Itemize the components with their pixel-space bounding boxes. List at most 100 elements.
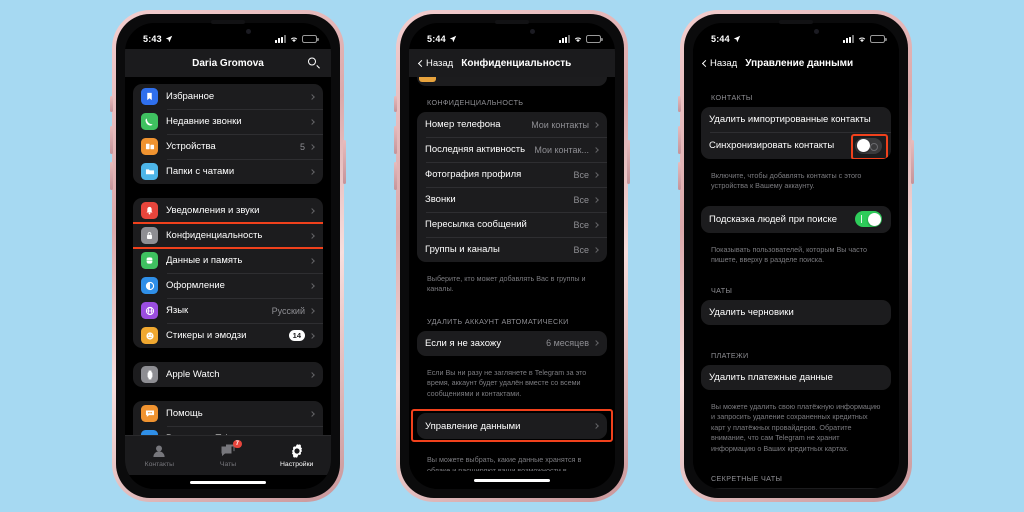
lock-icon	[141, 227, 158, 244]
settings-group-3: Apple Watch	[133, 362, 323, 387]
volume-up-button[interactable]	[394, 126, 397, 154]
row-value: Все	[573, 244, 589, 255]
sidebar-item-data-storage[interactable]: Данные и память	[133, 248, 323, 273]
sidebar-item-recent-calls[interactable]: Недавние звонки	[133, 109, 323, 134]
tab-settings[interactable]: Настройки	[262, 443, 331, 468]
tab-contacts[interactable]: Контакты	[125, 443, 194, 468]
secret-chats-group: Предпросмотр ссылок	[701, 487, 891, 489]
row-label: Оформление	[166, 280, 225, 291]
page-title: Конфиденциальность	[461, 57, 572, 69]
sidebar-item-appearance[interactable]: Оформление	[133, 273, 323, 298]
row-data-settings[interactable]: Управление данными	[417, 413, 607, 439]
battery-icon	[870, 35, 887, 43]
chevron-right-icon	[593, 340, 599, 347]
sidebar-item-help[interactable]: Помощь	[133, 401, 323, 426]
mute-switch[interactable]	[110, 96, 113, 112]
sidebar-item-privacy[interactable]: Конфиденциальность	[133, 223, 323, 248]
phone-1-settings-list[interactable]: Избранное Недавние звонки Устройства 5 П…	[125, 77, 331, 435]
row-groups-channels[interactable]: Группы и каналы Все	[417, 237, 607, 262]
sidebar-item-faq[interactable]: ? Вопросы о Telegram	[133, 426, 323, 435]
power-button[interactable]	[627, 140, 630, 184]
phone-2-frame: 5:44 Назад Конфиденциальность КОНФИДЕНЦИ…	[394, 10, 630, 502]
sidebar-item-stickers[interactable]: Стикеры и эмодзи 14	[133, 323, 323, 348]
row-label: Удалить импортированные контакты	[709, 114, 871, 125]
row-calls[interactable]: Звонки Все	[417, 187, 607, 212]
sidebar-item-notifications[interactable]: Уведомления и звуки	[133, 198, 323, 223]
tab-label: Чаты	[219, 461, 237, 468]
footnote-sync-contacts: Включите, чтобы добавлять контакты с это…	[711, 171, 862, 191]
row-label: Apple Watch	[166, 369, 220, 380]
row-label: Избранное	[166, 91, 215, 102]
status-time: 5:44	[711, 34, 730, 44]
mute-switch[interactable]	[394, 96, 397, 112]
row-forwarded-messages[interactable]: Пересылка сообщений Все	[417, 212, 607, 237]
chevron-right-icon	[309, 93, 315, 100]
phone-screenshot-stage: 5:43 Daria Gromova Избранное Недавние зв…	[0, 0, 1024, 512]
contacts-group: Удалить импортированные контакты Синхрон…	[701, 107, 891, 159]
suggest-people-toggle[interactable]	[855, 211, 882, 228]
signal-icon	[275, 35, 286, 43]
row-link-previews[interactable]: Предпросмотр ссылок	[701, 488, 891, 489]
row-profile-photo[interactable]: Фотография профиля Все	[417, 162, 607, 187]
row-delete-imported-contacts[interactable]: Удалить импортированные контакты	[701, 107, 891, 132]
row-value: 6 месяцев	[546, 338, 589, 349]
sync-contacts-toggle[interactable]	[855, 137, 882, 154]
phone-3-navbar: Назад Управление данными	[693, 49, 899, 77]
phone-2-notch	[473, 20, 551, 40]
sidebar-item-language[interactable]: Язык Русский	[133, 298, 323, 323]
suggest-people-group: Подсказка людей при поиске	[701, 205, 891, 233]
row-delete-drafts[interactable]: Удалить черновики	[701, 300, 891, 325]
power-button[interactable]	[911, 140, 914, 184]
chevron-right-icon	[309, 168, 315, 175]
row-value: Мои контакты	[531, 119, 589, 130]
question-icon: ?	[141, 430, 158, 435]
sidebar-item-devices[interactable]: Устройства 5	[133, 134, 323, 159]
row-label: Папки с чатами	[166, 166, 235, 177]
page-title: Управление данными	[745, 57, 854, 69]
appearance-icon	[141, 277, 158, 294]
volume-down-button[interactable]	[110, 162, 113, 190]
volume-up-button[interactable]	[110, 126, 113, 154]
bookmark-icon	[141, 88, 158, 105]
data-settings-group: Управление данными	[417, 413, 607, 440]
chevron-right-icon	[309, 307, 315, 314]
row-sync-contacts[interactable]: Синхронизировать контакты	[701, 132, 891, 159]
chevron-right-icon	[309, 143, 315, 150]
sidebar-item-chat-folders[interactable]: Папки с чатами	[133, 159, 323, 184]
phone-3-data-settings-list[interactable]: КОНТАКТЫ Удалить импортированные контакт…	[693, 77, 899, 489]
row-label: Конфиденциальность	[166, 230, 263, 241]
row-suggest-frequent-contacts[interactable]: Подсказка людей при поиске	[701, 206, 891, 233]
row-label: Синхронизировать контакты	[709, 140, 835, 151]
phone-2-screen: 5:44 Назад Конфиденциальность КОНФИДЕНЦИ…	[409, 23, 615, 489]
sidebar-item-apple-watch[interactable]: Apple Watch	[133, 362, 323, 387]
row-label: Пересылка сообщений	[425, 219, 527, 230]
mute-switch[interactable]	[678, 96, 681, 112]
chevron-right-icon	[309, 282, 315, 289]
volume-up-button[interactable]	[678, 126, 681, 154]
status-time: 5:44	[427, 34, 446, 44]
power-button[interactable]	[343, 140, 346, 184]
volume-down-button[interactable]	[394, 162, 397, 190]
row-delete-payment-info[interactable]: Удалить платежные данные	[701, 365, 891, 390]
chevron-right-icon	[593, 171, 599, 178]
row-label: Язык	[166, 305, 189, 316]
row-phone-number[interactable]: Номер телефона Мои контакты	[417, 112, 607, 137]
section-header-contacts: КОНТАКТЫ	[711, 93, 753, 102]
search-icon[interactable]	[308, 57, 320, 69]
row-last-seen[interactable]: Последняя активность Мои контак...	[417, 137, 607, 162]
row-label: Номер телефона	[425, 119, 501, 130]
phone-1-notch	[189, 20, 267, 40]
location-arrow-icon	[165, 35, 173, 43]
gear-icon	[289, 443, 305, 459]
chevron-right-icon	[593, 221, 599, 228]
wifi-icon	[574, 37, 582, 43]
sidebar-item-saved[interactable]: Избранное	[133, 84, 323, 109]
tab-chats[interactable]: 7 Чаты	[194, 440, 263, 468]
back-button[interactable]: Назад	[701, 58, 737, 69]
phone-2-privacy-list[interactable]: КОНФИДЕНЦИАЛЬНОСТЬ Номер телефона Мои ко…	[409, 77, 615, 471]
row-label: Последняя активность	[425, 144, 526, 155]
back-button[interactable]: Назад	[417, 58, 453, 69]
wifi-icon	[858, 37, 866, 43]
row-if-away[interactable]: Если я не захожу 6 месяцев	[417, 331, 607, 356]
volume-down-button[interactable]	[678, 162, 681, 190]
